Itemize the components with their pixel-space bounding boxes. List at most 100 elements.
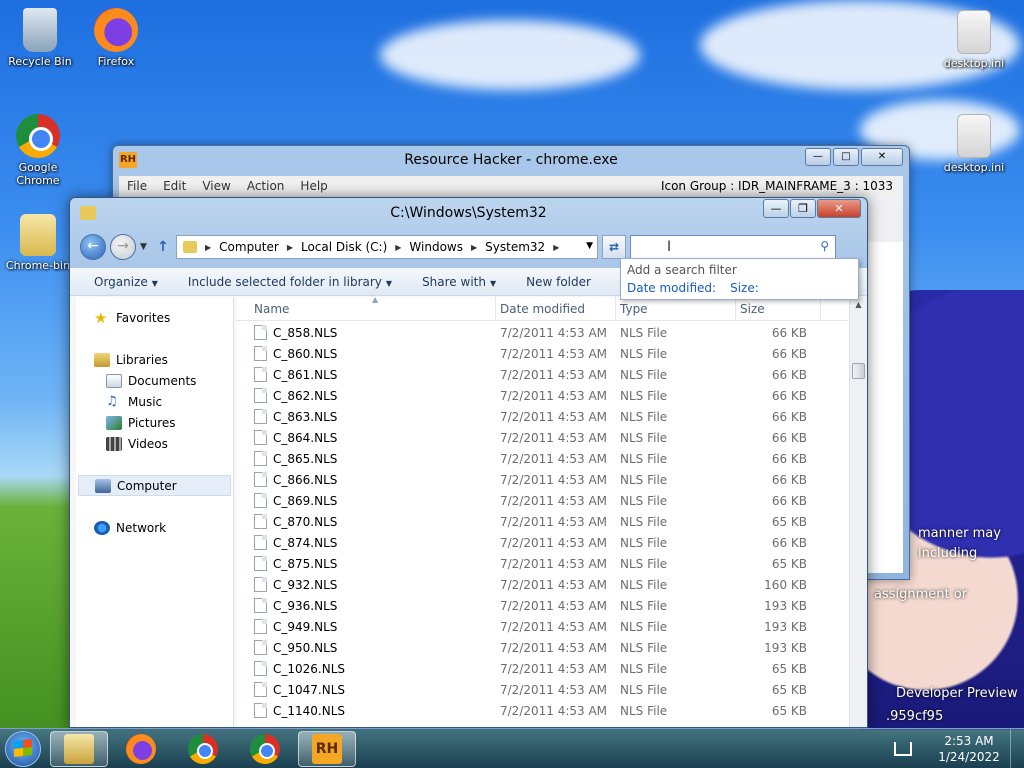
search-input[interactable]: I ⚲	[630, 235, 836, 259]
search-icon[interactable]: ⚲	[820, 239, 829, 253]
chevron-right-icon[interactable]: ▶	[553, 243, 559, 252]
menu-action[interactable]: Action	[247, 179, 285, 193]
menu-help[interactable]: Help	[300, 179, 327, 193]
desktop-icon-google-chrome[interactable]: Google Chrome	[0, 114, 76, 187]
close-button[interactable]: ✕	[861, 148, 903, 166]
file-row[interactable]: C_1026.NLS 7/2/2011 4:53 AM NLS File 65 KB	[236, 658, 849, 679]
nav-pictures[interactable]: Pictures	[76, 412, 233, 433]
scroll-thumb[interactable]	[852, 363, 865, 379]
file-row[interactable]: C_1047.NLS 7/2/2011 4:53 AM NLS File 65 KB	[236, 679, 849, 700]
nav-libraries[interactable]: Libraries	[76, 349, 233, 370]
file-row[interactable]: C_866.NLS 7/2/2011 4:53 AM NLS File 66 KB	[236, 469, 849, 490]
taskbar-firefox[interactable]	[112, 731, 170, 767]
breadcrumb-windows[interactable]: Windows	[409, 240, 463, 254]
file-type: NLS File	[620, 598, 668, 613]
nav-computer[interactable]: Computer	[78, 475, 231, 496]
file-row[interactable]: C_949.NLS 7/2/2011 4:53 AM NLS File 193 KB	[236, 616, 849, 637]
title-bar[interactable]: RH Resource Hacker - chrome.exe — □ ✕	[113, 146, 909, 176]
file-row[interactable]: C_869.NLS 7/2/2011 4:53 AM NLS File 66 KB	[236, 490, 849, 511]
taskbar-explorer[interactable]	[50, 730, 108, 767]
firefox-icon	[126, 733, 156, 764]
address-history-dropdown[interactable]: ▼	[586, 241, 593, 251]
filter-date-modified[interactable]: Date modified:	[627, 281, 716, 295]
menu-file[interactable]: File	[127, 179, 147, 193]
taskbar-chrome-2[interactable]	[236, 731, 294, 767]
organize-button[interactable]: Organize ▼	[94, 275, 158, 289]
minimize-button[interactable]: —	[763, 199, 789, 218]
column-date-modified[interactable]: Date modified	[496, 296, 616, 321]
column-name[interactable]: Name	[236, 296, 496, 321]
refresh-button[interactable]: ⇄	[602, 235, 626, 259]
chevron-right-icon[interactable]: ▶	[395, 243, 401, 252]
show-desktop-button[interactable]	[1010, 729, 1024, 768]
maximize-button[interactable]: ❐	[790, 199, 816, 218]
new-folder-button[interactable]: New folder	[526, 275, 591, 289]
file-row[interactable]: C_936.NLS 7/2/2011 4:53 AM NLS File 193 KB	[236, 595, 849, 616]
nav-favorites[interactable]: ★ Favorites	[76, 307, 233, 328]
network-status-icon[interactable]	[894, 742, 912, 756]
file-row[interactable]: C_861.NLS 7/2/2011 4:53 AM NLS File 66 KB	[236, 364, 849, 385]
desktop-icon-recycle-bin[interactable]: Recycle Bin	[2, 8, 78, 68]
nav-network[interactable]: Network	[76, 517, 233, 538]
file-icon	[254, 535, 267, 550]
include-in-library-button[interactable]: Include selected folder in library ▼	[188, 275, 392, 289]
explorer-window[interactable]: C:\Windows\System32 — ❐ ✕ ← → ▼ ↑ ▶ Comp…	[69, 197, 868, 728]
file-row[interactable]: C_860.NLS 7/2/2011 4:53 AM NLS File 66 KB	[236, 343, 849, 364]
desktop-icon-chrome-bin[interactable]: Chrome-bin	[0, 214, 76, 272]
nav-videos[interactable]: Videos	[76, 433, 233, 454]
column-size[interactable]: Size	[736, 296, 821, 321]
forward-button[interactable]: →	[110, 234, 136, 260]
pictures-icon	[106, 415, 122, 430]
column-type[interactable]: Type	[616, 296, 736, 321]
nav-documents[interactable]: Documents	[76, 370, 233, 391]
maximize-button[interactable]: □	[833, 148, 859, 166]
nav-music[interactable]: ♫ Music	[76, 391, 233, 412]
clock[interactable]: 2:53 AM 1/24/2022	[928, 733, 1010, 765]
file-row[interactable]: C_858.NLS 7/2/2011 4:53 AM NLS File 66 KB	[236, 322, 849, 343]
file-row[interactable]: C_932.NLS 7/2/2011 4:53 AM NLS File 160 KB	[236, 574, 849, 595]
file-row[interactable]: C_950.NLS 7/2/2011 4:53 AM NLS File 193 KB	[236, 637, 849, 658]
address-bar[interactable]: ▶ Computer ▶ Local Disk (C:) ▶ Windows ▶…	[176, 235, 598, 259]
wallpaper-text: Developer Preview	[896, 686, 1018, 701]
start-button[interactable]	[0, 729, 46, 768]
chevron-right-icon[interactable]: ▶	[205, 243, 211, 252]
file-row[interactable]: C_865.NLS 7/2/2011 4:53 AM NLS File 66 KB	[236, 448, 849, 469]
file-row[interactable]: C_862.NLS 7/2/2011 4:53 AM NLS File 66 KB	[236, 385, 849, 406]
menu-edit[interactable]: Edit	[163, 179, 186, 193]
share-with-button[interactable]: Share with ▼	[422, 275, 496, 289]
up-button[interactable]: ↑	[154, 239, 172, 255]
file-size: 66 KB	[771, 472, 807, 487]
desktop-icon-label: Recycle Bin	[8, 55, 72, 68]
file-row[interactable]: C_863.NLS 7/2/2011 4:53 AM NLS File 66 KB	[236, 406, 849, 427]
file-row[interactable]: C_875.NLS 7/2/2011 4:53 AM NLS File 65 KB	[236, 553, 849, 574]
breadcrumb-local-disk[interactable]: Local Disk (C:)	[301, 240, 387, 254]
file-row[interactable]: C_864.NLS 7/2/2011 4:53 AM NLS File 66 KB	[236, 427, 849, 448]
recent-pages-dropdown[interactable]: ▼	[140, 242, 150, 252]
chevron-right-icon[interactable]: ▶	[471, 243, 477, 252]
windows-logo-icon	[14, 738, 32, 757]
breadcrumb-computer[interactable]: Computer	[219, 240, 279, 254]
file-icon	[254, 682, 267, 697]
close-button[interactable]: ✕	[817, 199, 861, 218]
file-size: 65 KB	[771, 514, 807, 529]
file-name: C_858.NLS	[273, 325, 338, 340]
libraries-icon	[94, 352, 110, 367]
back-button[interactable]: ←	[80, 234, 106, 260]
file-name-cell: C_875.NLS	[236, 556, 496, 571]
minimize-button[interactable]: —	[805, 148, 831, 166]
vertical-scrollbar[interactable]: ▲	[849, 297, 867, 727]
wallpaper-text: assignment or	[874, 587, 968, 602]
filter-size[interactable]: Size:	[730, 281, 759, 295]
desktop-icon-firefox[interactable]: Firefox	[78, 8, 154, 68]
taskbar-chrome[interactable]	[174, 731, 232, 767]
desktop-icon-desktop-ini[interactable]: desktop.ini	[936, 114, 1012, 174]
breadcrumb-system32[interactable]: System32	[485, 240, 545, 254]
chevron-right-icon[interactable]: ▶	[287, 243, 293, 252]
file-row[interactable]: C_874.NLS 7/2/2011 4:53 AM NLS File 66 KB	[236, 532, 849, 553]
file-row[interactable]: C_870.NLS 7/2/2011 4:53 AM NLS File 65 KB	[236, 511, 849, 532]
clock-time: 2:53 AM	[944, 734, 994, 748]
taskbar-resource-hacker[interactable]: RH	[298, 730, 356, 767]
desktop-icon-desktop-ini[interactable]: desktop.ini	[936, 10, 1012, 70]
file-row[interactable]: C_1140.NLS 7/2/2011 4:53 AM NLS File 65 KB	[236, 700, 849, 721]
menu-view[interactable]: View	[202, 179, 230, 193]
